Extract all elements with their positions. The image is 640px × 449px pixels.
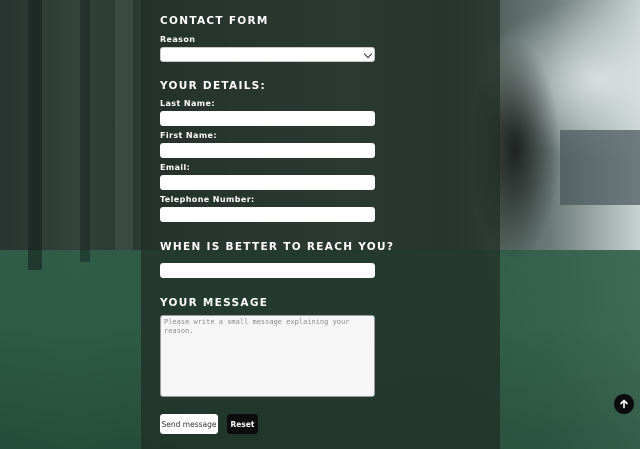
- reset-button[interactable]: Reset: [227, 414, 258, 434]
- arrow-up-icon: [620, 399, 628, 409]
- background-rack: [560, 130, 640, 205]
- reason-label: Reason: [160, 35, 196, 44]
- reach-heading: When is better to reach you?: [160, 241, 395, 253]
- message-textarea[interactable]: Please write a small message explaining …: [160, 315, 375, 397]
- reason-select[interactable]: [160, 47, 375, 62]
- last-name-label: Last Name:: [160, 99, 215, 108]
- telephone-input[interactable]: [160, 207, 375, 222]
- email-input[interactable]: [160, 175, 375, 190]
- message-heading: Your message: [160, 297, 269, 309]
- scroll-to-top-button[interactable]: [614, 394, 634, 414]
- background-pillar: [28, 0, 42, 270]
- background-pillar: [80, 0, 90, 262]
- telephone-label: Telephone Number:: [160, 195, 255, 204]
- first-name-input[interactable]: [160, 143, 375, 158]
- reach-time-input[interactable]: [160, 263, 375, 278]
- last-name-input[interactable]: [160, 111, 375, 126]
- send-message-button[interactable]: Send message: [160, 414, 218, 434]
- background-pillar: [115, 0, 133, 250]
- email-label: Email:: [160, 163, 191, 172]
- chevron-down-icon: [363, 49, 373, 59]
- details-heading: Your details:: [160, 80, 267, 92]
- form-title: Contact form: [160, 15, 269, 27]
- first-name-label: First Name:: [160, 131, 217, 140]
